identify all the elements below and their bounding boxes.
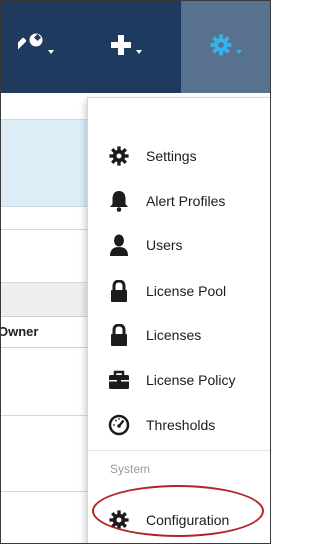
menu-item-label: Licenses xyxy=(146,327,202,343)
briefcase-icon xyxy=(108,369,130,391)
wrench-icon xyxy=(14,32,44,63)
menu-item-label: Thresholds xyxy=(146,417,216,433)
menu-item-alert-profiles[interactable]: Alert Profiles xyxy=(108,185,270,217)
app-frame: Owner Settings Alert Profiles Users Lice… xyxy=(0,0,271,544)
menu-item-label: License Policy xyxy=(146,372,236,388)
menu-item-license-policy[interactable]: License Policy xyxy=(108,364,270,396)
menu-item-label: Users xyxy=(146,237,183,253)
menu-item-licenses[interactable]: Licenses xyxy=(108,319,270,351)
settings-dropdown-menu: Settings Alert Profiles Users License Po… xyxy=(87,97,270,543)
chevron-down-icon xyxy=(48,50,54,54)
menu-item-label: License Pool xyxy=(146,283,227,299)
menu-item-settings[interactable]: Settings xyxy=(108,140,270,172)
top-navbar xyxy=(1,1,270,93)
gear-icon xyxy=(209,33,232,61)
gear-icon xyxy=(108,509,130,531)
menu-item-license-pool[interactable]: License Pool xyxy=(108,275,270,307)
menu-divider xyxy=(88,450,270,451)
menu-item-label: Alert Profiles xyxy=(146,193,226,209)
lock-icon xyxy=(108,280,130,302)
add-menu-button[interactable] xyxy=(91,1,161,93)
user-icon xyxy=(108,234,130,256)
chevron-down-icon xyxy=(136,50,142,54)
menu-item-label: Settings xyxy=(146,148,197,164)
gear-icon xyxy=(108,145,130,167)
column-header-owner: Owner xyxy=(0,324,39,339)
chevron-down-icon xyxy=(235,50,242,54)
menu-item-label: Configuration xyxy=(146,512,230,528)
tools-menu-button[interactable] xyxy=(1,1,71,93)
bell-icon xyxy=(108,190,130,212)
menu-section-header: System xyxy=(110,462,151,476)
menu-item-users[interactable]: Users xyxy=(108,229,270,261)
gauge-icon xyxy=(108,414,130,436)
plus-icon xyxy=(110,34,132,61)
lock-icon xyxy=(108,324,130,346)
menu-item-thresholds[interactable]: Thresholds xyxy=(108,409,270,441)
menu-item-configuration[interactable]: Configuration xyxy=(108,504,270,536)
settings-menu-button[interactable] xyxy=(181,1,270,93)
